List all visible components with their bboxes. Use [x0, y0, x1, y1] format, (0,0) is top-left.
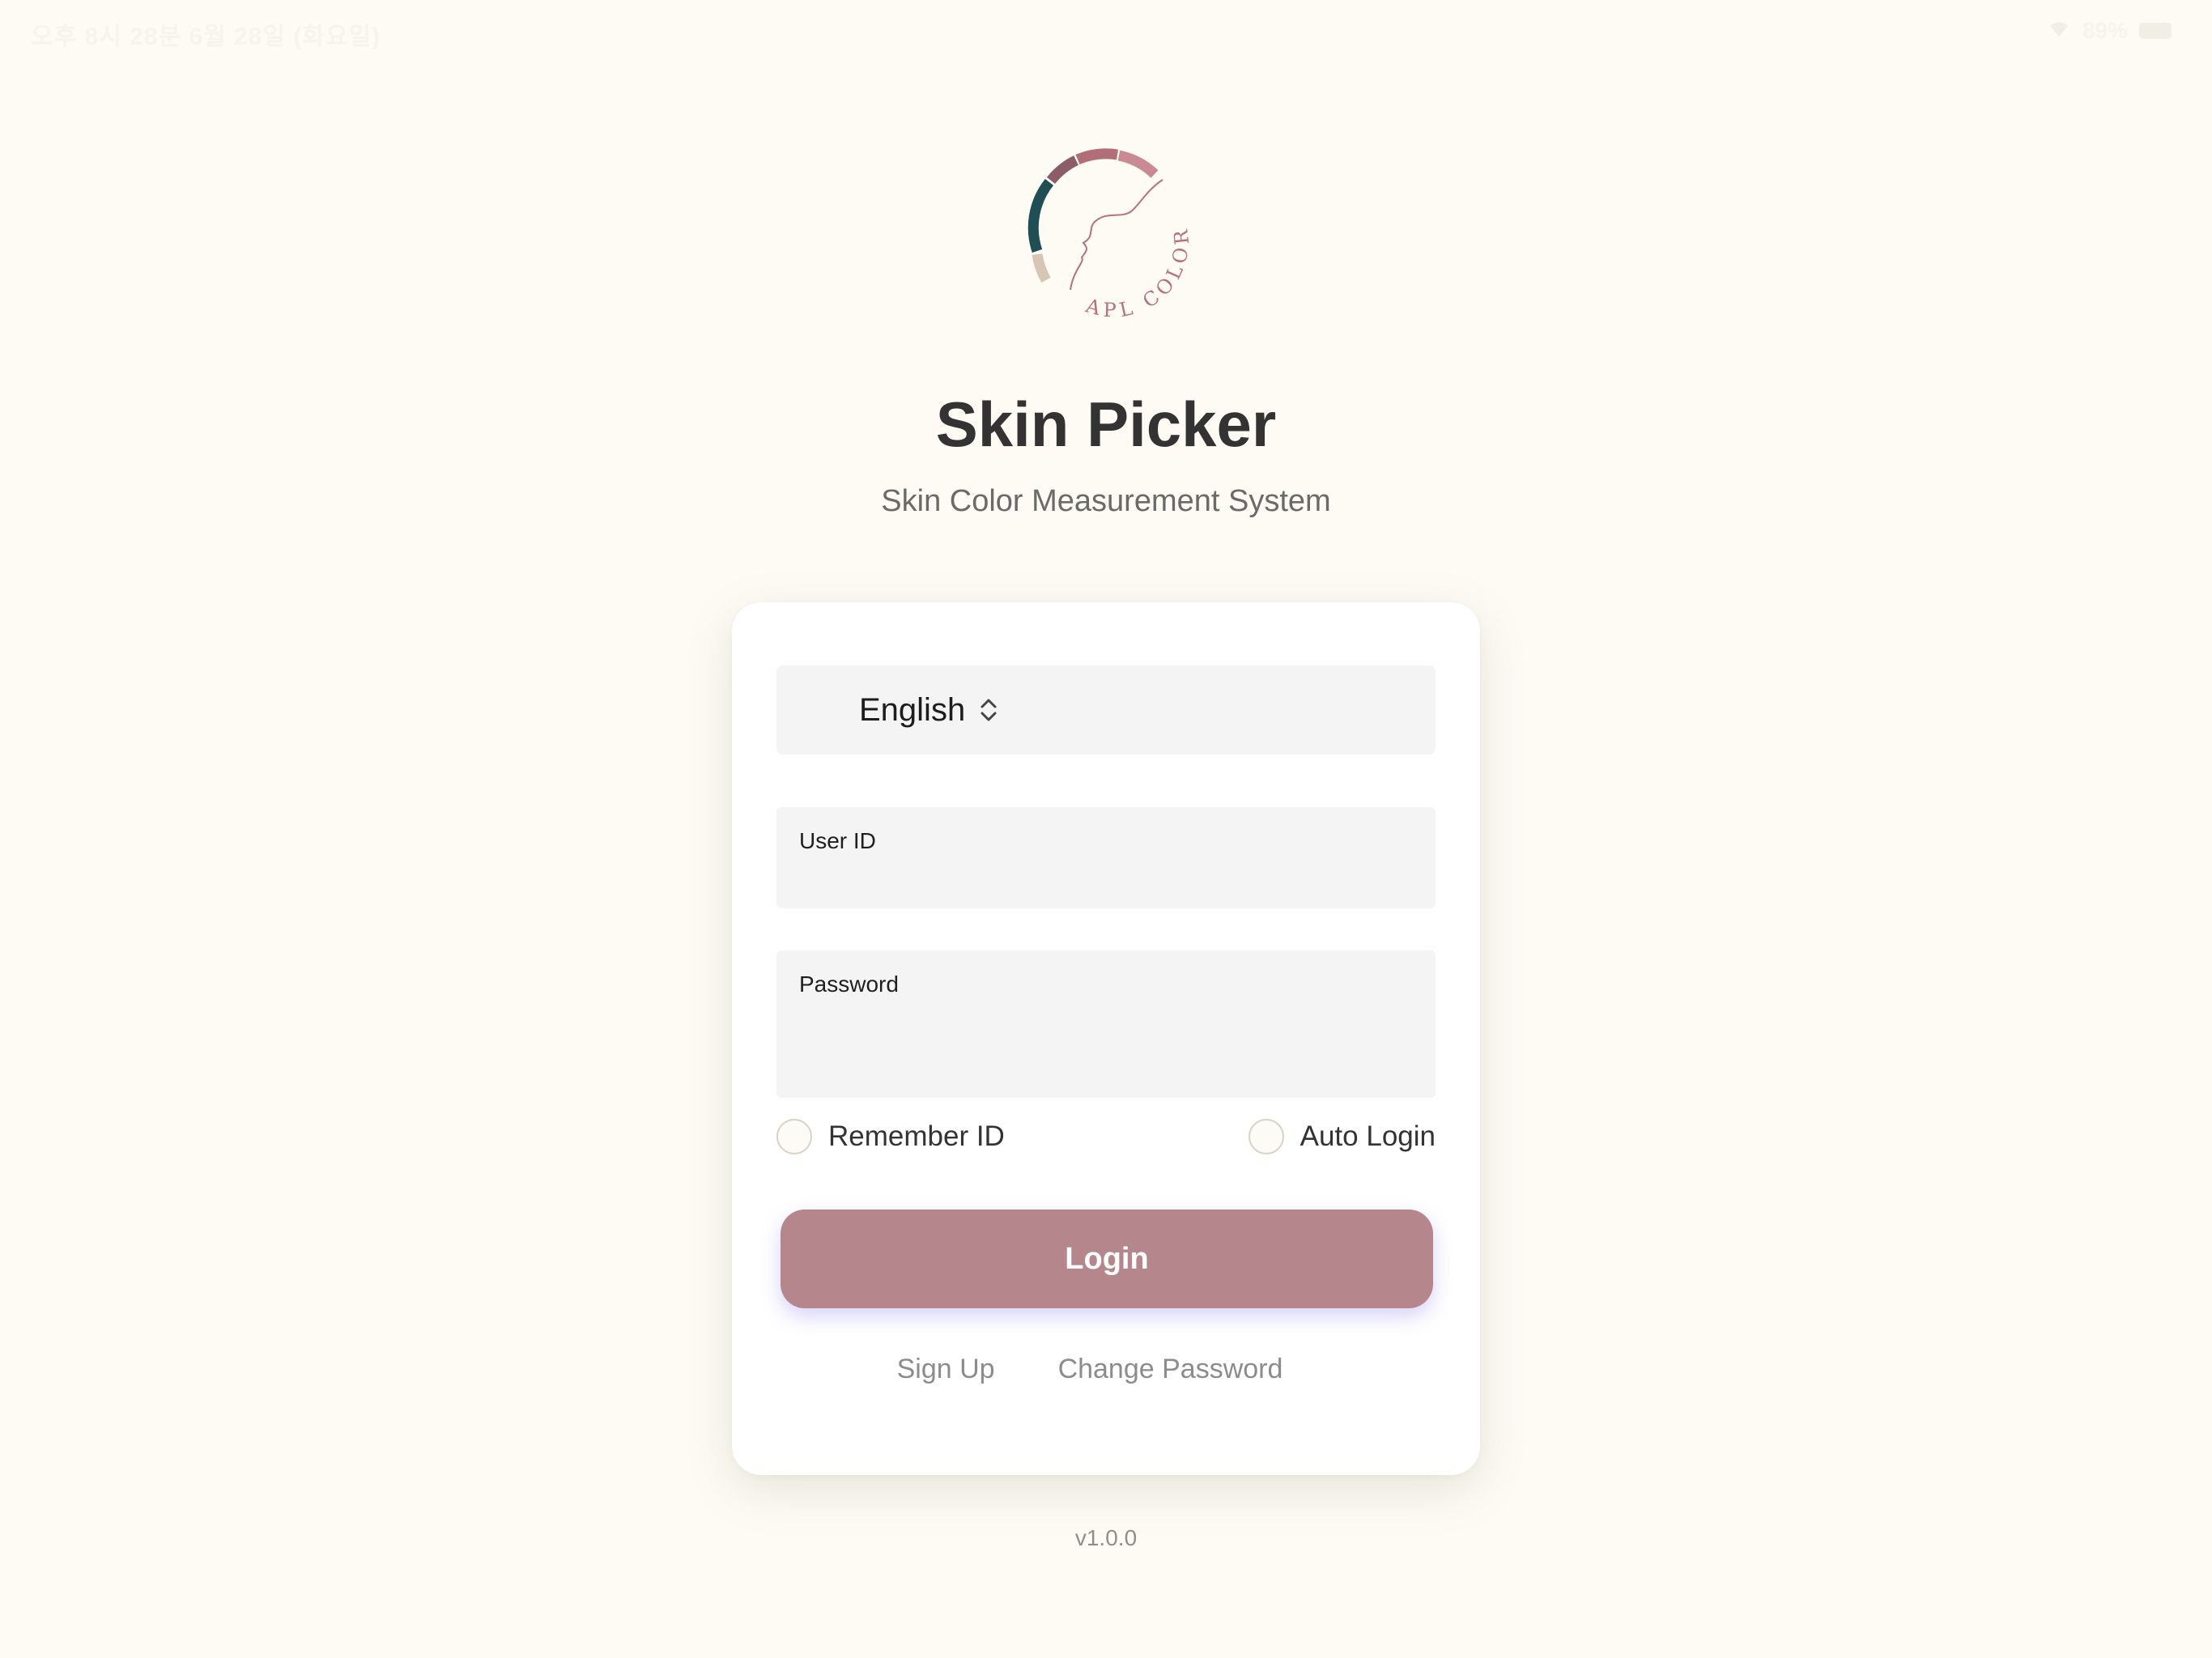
auto-login-option[interactable]: Auto Login: [1248, 1119, 1436, 1154]
password-label: Password: [799, 971, 899, 997]
account-links: Sign Up Change Password: [732, 1354, 1480, 1385]
login-button[interactable]: Login: [781, 1209, 1433, 1308]
app-title: Skin Picker: [935, 389, 1277, 460]
wifi-icon: [2047, 18, 2071, 44]
status-bar-time: 오후 8시 28분 6월 28일 (화요일): [31, 23, 381, 50]
remember-id-option[interactable]: Remember ID: [776, 1119, 1005, 1154]
login-card: English User ID Password Remember ID Aut…: [732, 602, 1480, 1475]
password-input[interactable]: [799, 1004, 1413, 1041]
language-select[interactable]: English: [776, 665, 1436, 755]
app-subtitle: Skin Color Measurement System: [881, 484, 1331, 518]
chevron-up-down-icon: [978, 696, 999, 724]
remember-id-radio[interactable]: [776, 1119, 812, 1154]
app-version: v1.0.0: [1074, 1525, 1138, 1550]
battery-icon: [2139, 23, 2172, 39]
remember-id-label: Remember ID: [828, 1120, 1005, 1152]
logo-text: APL COLOR: [1083, 223, 1189, 321]
svg-text:APL COLOR: APL COLOR: [1083, 223, 1193, 321]
language-value: English: [859, 691, 966, 728]
auto-login-label: Auto Login: [1300, 1120, 1436, 1152]
user-id-field[interactable]: User ID: [776, 807, 1436, 908]
user-id-label: User ID: [799, 828, 876, 853]
password-field[interactable]: Password: [776, 950, 1436, 1098]
user-id-input[interactable]: [799, 861, 1413, 898]
battery-percent: 89%: [2082, 18, 2128, 43]
change-password-link[interactable]: Change Password: [1058, 1354, 1283, 1385]
sign-up-link[interactable]: Sign Up: [897, 1354, 995, 1385]
apl-color-logo: APL COLOR: [1017, 130, 1195, 324]
status-bar-indicators: 89%: [2047, 18, 2172, 44]
auto-login-radio[interactable]: [1248, 1119, 1284, 1154]
